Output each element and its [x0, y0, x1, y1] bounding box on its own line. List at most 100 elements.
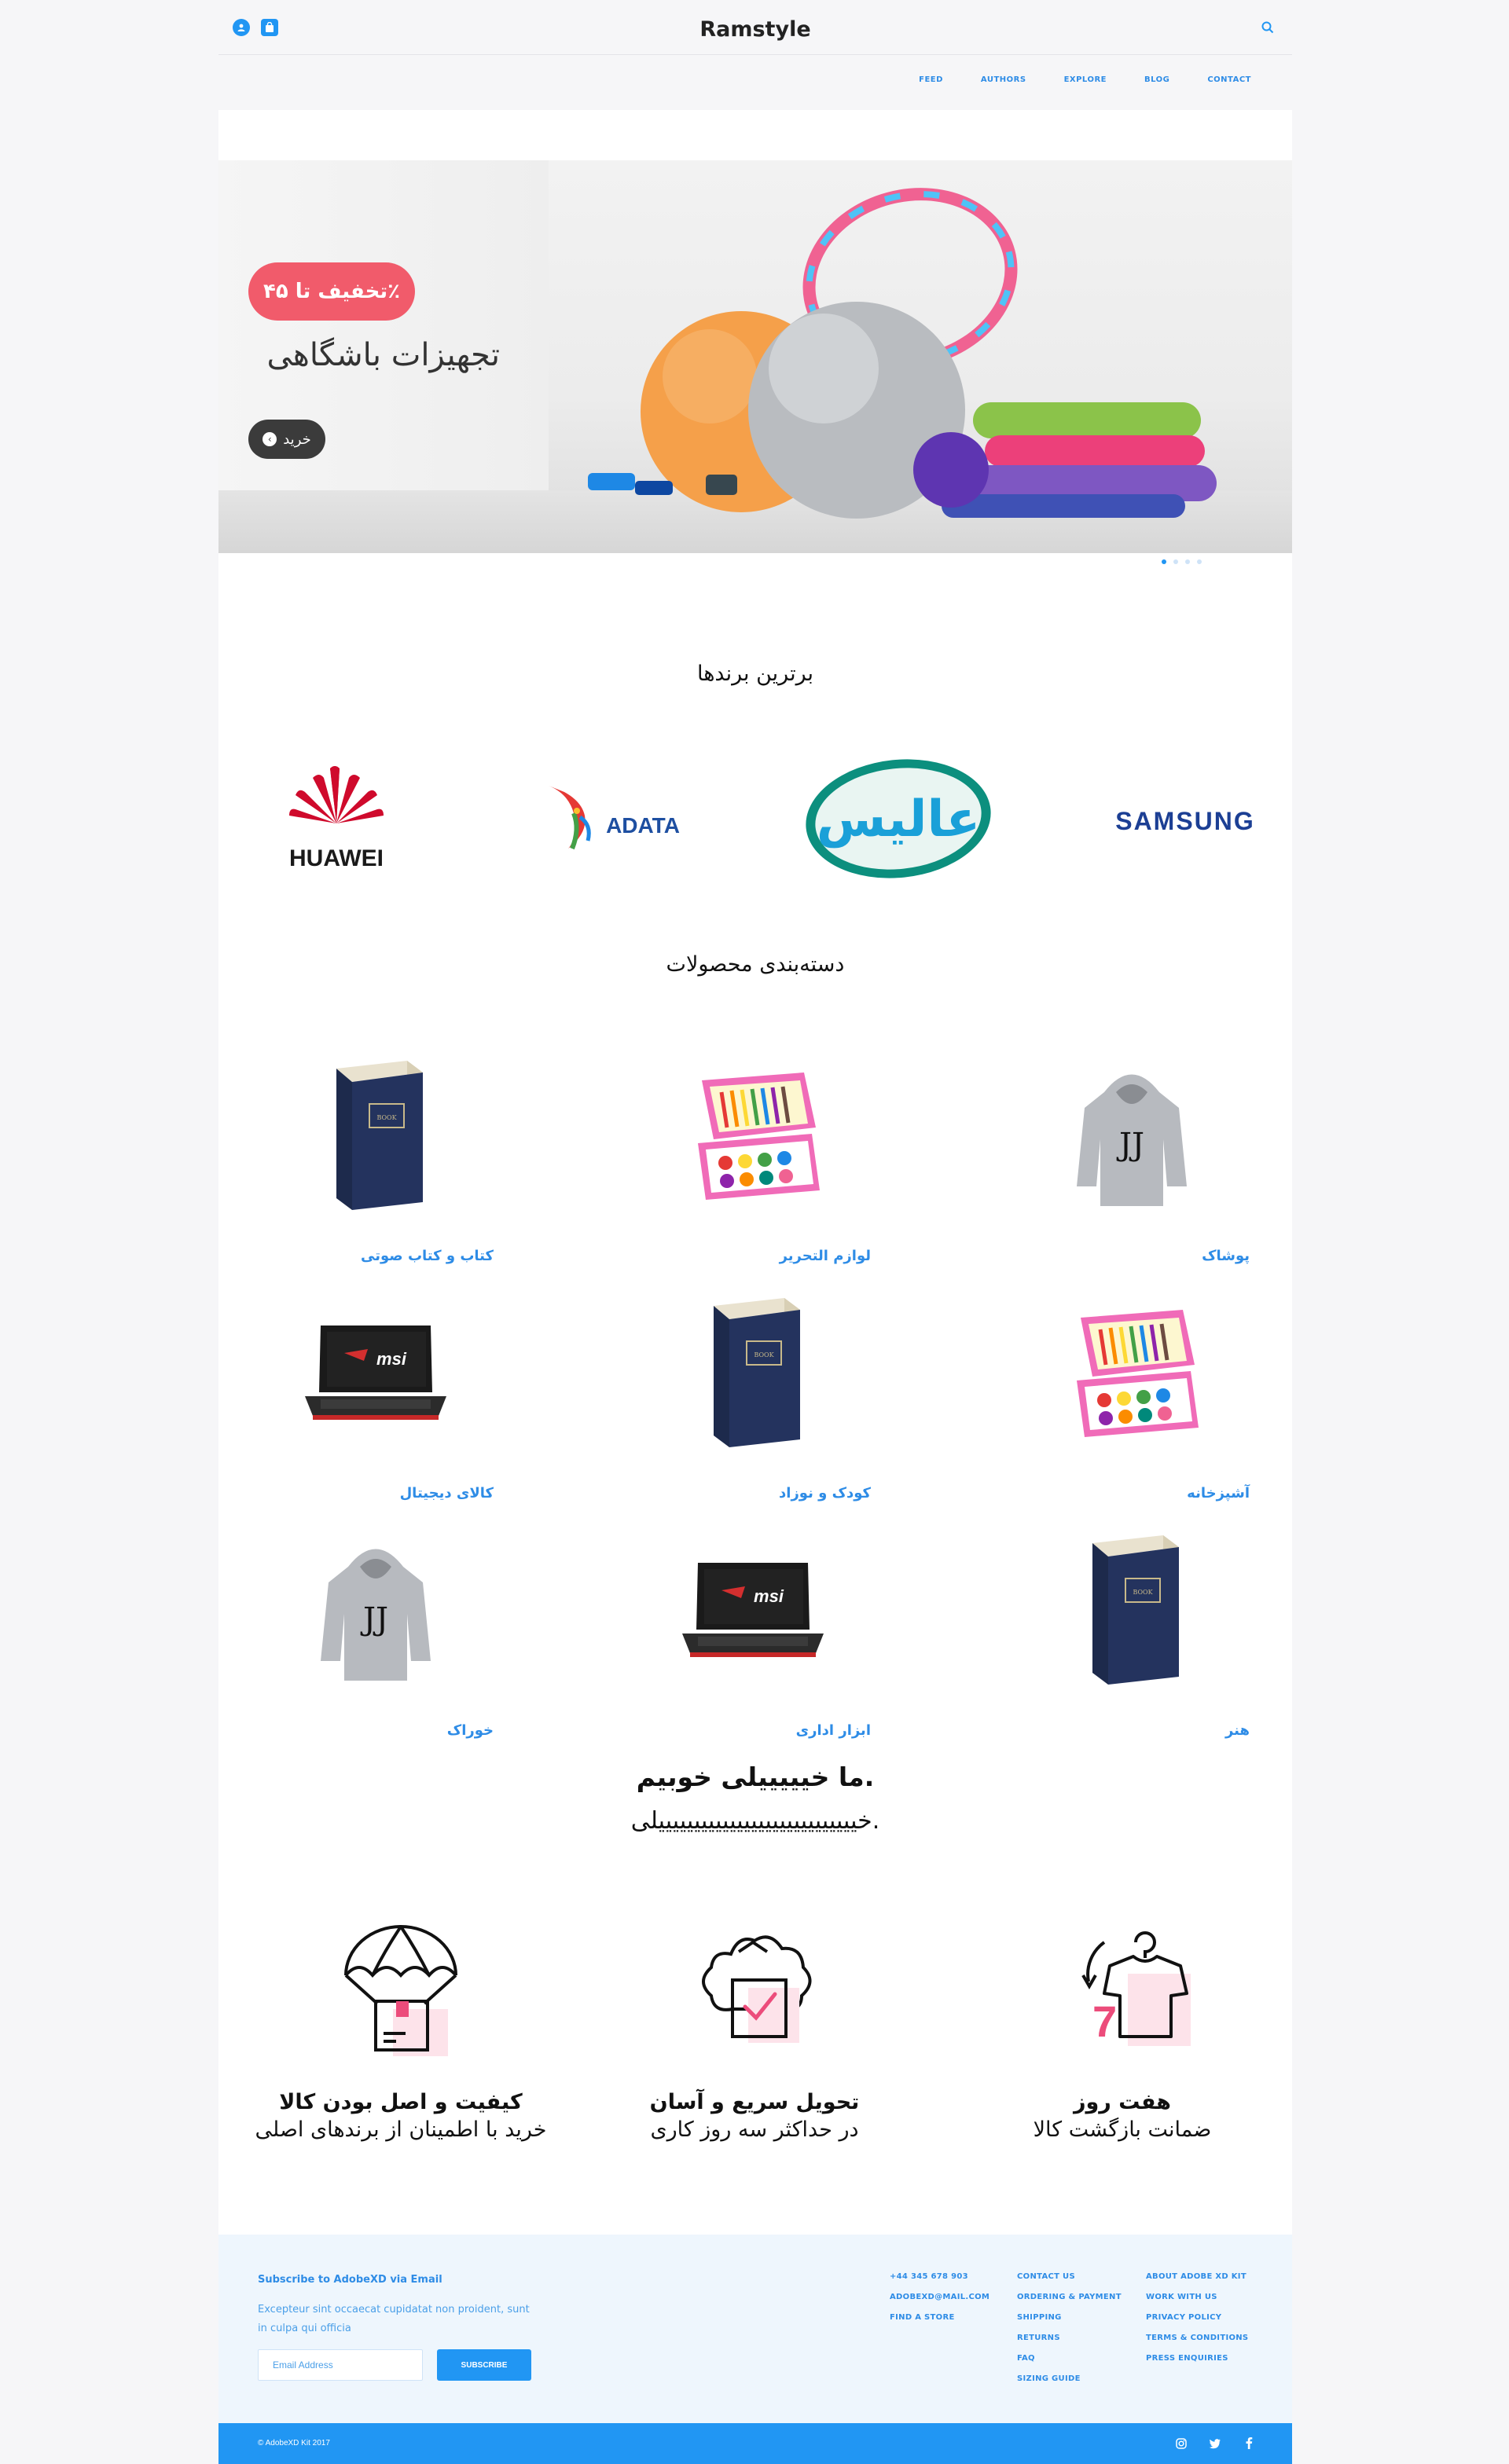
nav-feed[interactable]: FEED	[919, 75, 943, 84]
carousel-dot-4[interactable]	[1197, 559, 1202, 564]
twitter-icon[interactable]	[1209, 2437, 1221, 2449]
category-label[interactable]: آشپزخانه	[1187, 1485, 1250, 1502]
category-food[interactable]: JJ خوراک	[258, 1520, 494, 1755]
category-stationery[interactable]: لوازم التحریر	[635, 1045, 871, 1281]
footer-email[interactable]: ADOBEXD@MAIL.COM	[890, 2293, 989, 2301]
laptop-image: msi	[258, 1282, 494, 1463]
copyright: © AdobeXD Kit 2017	[258, 2439, 330, 2448]
feature-quality: کیفیت و اصل بودن کالا خرید با اطمینان از…	[236, 2090, 566, 2142]
footer-phone[interactable]: +44 345 678 903	[890, 2272, 968, 2281]
category-clothing[interactable]: JJ پوشاک	[1014, 1045, 1250, 1281]
nav-blog[interactable]: BLOG	[1144, 75, 1169, 84]
header: Ramstyle FEED AUTHORS EXPLORE BLOG CONTA…	[218, 0, 1292, 108]
category-office[interactable]: msi ابزار اداری	[635, 1520, 871, 1755]
feature-subtitle: در حداکثر سه روز کاری	[650, 2118, 859, 2142]
laptop-image: msi	[635, 1520, 871, 1700]
feature-title: کیفیت و اصل بودن کالا	[279, 2090, 523, 2114]
main-nav: FEED AUTHORS EXPLORE BLOG CONTACT	[881, 75, 1251, 84]
svg-text:BOOK: BOOK	[376, 1114, 397, 1121]
carousel-dot-1[interactable]	[1162, 559, 1166, 564]
carousel-dots	[1162, 559, 1202, 564]
brand-alis-text: عالیس	[817, 790, 980, 849]
brands-title: برترین برندها	[696, 662, 814, 686]
main-content: تخفیف تا ۴۵٪ تجهیزات باشگاهی خرید › برتر…	[218, 110, 1292, 2235]
footer-contact-us[interactable]: CONTACT US	[1017, 2272, 1075, 2281]
category-label[interactable]: خوراک	[447, 1722, 494, 1739]
footer-work[interactable]: WORK WITH US	[1146, 2293, 1217, 2301]
category-label[interactable]: کالای دیجیتال	[400, 1485, 494, 1502]
svg-text:JJ: JJ	[1116, 1127, 1144, 1163]
subscribe-title: Subscribe to AdobeXD via Email	[258, 2274, 442, 2286]
category-label[interactable]: هنر	[1225, 1722, 1250, 1739]
header-divider	[218, 54, 1292, 55]
brand-adata-text: ADATA	[606, 813, 680, 838]
footer-faq[interactable]: FAQ	[1017, 2354, 1035, 2363]
feature-subtitle: خرید با اطمینان از برندهای اصلی	[255, 2118, 547, 2142]
category-label[interactable]: لوازم التحریر	[780, 1248, 871, 1264]
site-logo[interactable]: Ramstyle	[218, 17, 1292, 42]
svg-text:msi: msi	[754, 1586, 784, 1606]
category-digital[interactable]: msi کالای دیجیتال	[258, 1282, 494, 1518]
brand-huawei[interactable]: HUAWEI	[250, 754, 423, 872]
brand-adata[interactable]: ADATA	[533, 770, 698, 864]
footer-bar: © AdobeXD Kit 2017	[218, 2423, 1292, 2464]
instagram-icon[interactable]	[1176, 2437, 1187, 2449]
footer-sizing[interactable]: SIZING GUIDE	[1017, 2374, 1081, 2383]
category-label[interactable]: کتاب و کتاب صوتی	[361, 1248, 494, 1264]
hoodie-image: JJ	[1014, 1045, 1250, 1226]
footer-press[interactable]: PRESS ENQUIRIES	[1146, 2354, 1228, 2363]
facebook-icon[interactable]	[1245, 2436, 1253, 2449]
feature-title: هفت روز	[1073, 2090, 1171, 2114]
nav-contact[interactable]: CONTACT	[1207, 75, 1251, 84]
hero-title: تجهیزات باشگاهی	[266, 337, 500, 373]
footer-terms[interactable]: TERMS & CONDITIONS	[1146, 2334, 1248, 2342]
footer-shipping[interactable]: SHIPPING	[1017, 2313, 1062, 2322]
brand-huawei-text: HUAWEI	[289, 845, 384, 871]
book-image: BOOK	[1014, 1520, 1250, 1700]
art-set-image	[635, 1045, 871, 1226]
nav-authors[interactable]: AUTHORS	[981, 75, 1026, 84]
hoodie-image: JJ	[258, 1520, 494, 1700]
nav-explore[interactable]: EXPLORE	[1064, 75, 1107, 84]
hero-buy-button[interactable]: خرید ›	[248, 420, 325, 459]
brand-samsung-text: SAMSUNG	[1115, 807, 1255, 835]
feature-delivery: تحویل سریع و آسان در حداکثر سه روز کاری	[589, 2090, 920, 2142]
feature-subtitle: ضمانت بازگشت کالا	[1033, 2118, 1212, 2142]
category-books[interactable]: BOOK کتاب و کتاب صوتی	[258, 1045, 494, 1281]
footer-about[interactable]: ABOUT ADOBE XD KIT	[1146, 2272, 1246, 2281]
feature-title: تحویل سریع و آسان	[649, 2090, 860, 2114]
footer-ordering[interactable]: ORDERING & PAYMENT	[1017, 2293, 1122, 2301]
carousel-dot-2[interactable]	[1173, 559, 1178, 564]
quality-parachute-icon	[330, 1919, 472, 2060]
category-label[interactable]: کودک و نوزاد	[779, 1485, 871, 1502]
chevron-right-icon: ›	[263, 432, 277, 446]
category-label[interactable]: پوشاک	[1202, 1248, 1250, 1264]
art-set-image	[1014, 1282, 1250, 1463]
search-icon[interactable]	[1261, 20, 1275, 35]
svg-text:JJ: JJ	[360, 1601, 388, 1637]
subscribe-text: Excepteur sint occaecat cupidatat non pr…	[258, 2304, 530, 2334]
svg-text:msi: msi	[376, 1349, 407, 1369]
brand-samsung[interactable]: SAMSUNG	[1099, 786, 1272, 856]
footer-privacy[interactable]: PRIVACY POLICY	[1146, 2313, 1221, 2322]
footer-find-store[interactable]: FIND A STORE	[890, 2313, 955, 2322]
email-field[interactable]	[258, 2349, 423, 2381]
discount-badge: تخفیف تا ۴۵٪	[248, 262, 415, 321]
category-kitchen[interactable]: آشپزخانه	[1014, 1282, 1250, 1518]
hero-banner[interactable]: تخفیف تا ۴۵٪ تجهیزات باشگاهی خرید ›	[218, 160, 1292, 553]
footer-returns[interactable]: RETURNS	[1017, 2334, 1060, 2342]
return-days-badge: 7	[1092, 1996, 1117, 2046]
about-subline: .خییییییییییییییییییییییییییییلی	[630, 1807, 880, 1835]
category-baby[interactable]: BOOK کودک و نوزاد	[635, 1282, 871, 1518]
svg-text:BOOK: BOOK	[754, 1351, 774, 1358]
svg-text:BOOK: BOOK	[1133, 1589, 1153, 1596]
category-art[interactable]: BOOK هنر	[1014, 1520, 1250, 1755]
category-label[interactable]: ابزار اداری	[796, 1722, 871, 1739]
fast-delivery-icon	[684, 1919, 825, 2060]
about-headline: .ما خیییییلی خوبیم	[636, 1762, 875, 1792]
brand-alis[interactable]: عالیس	[796, 754, 1000, 880]
carousel-dot-3[interactable]	[1185, 559, 1190, 564]
return-7-days-icon: 7	[1061, 1919, 1202, 2060]
categories-title: دسته‌بندی محصولات	[666, 952, 845, 977]
subscribe-button[interactable]: SUBSCRIBE	[437, 2349, 531, 2381]
